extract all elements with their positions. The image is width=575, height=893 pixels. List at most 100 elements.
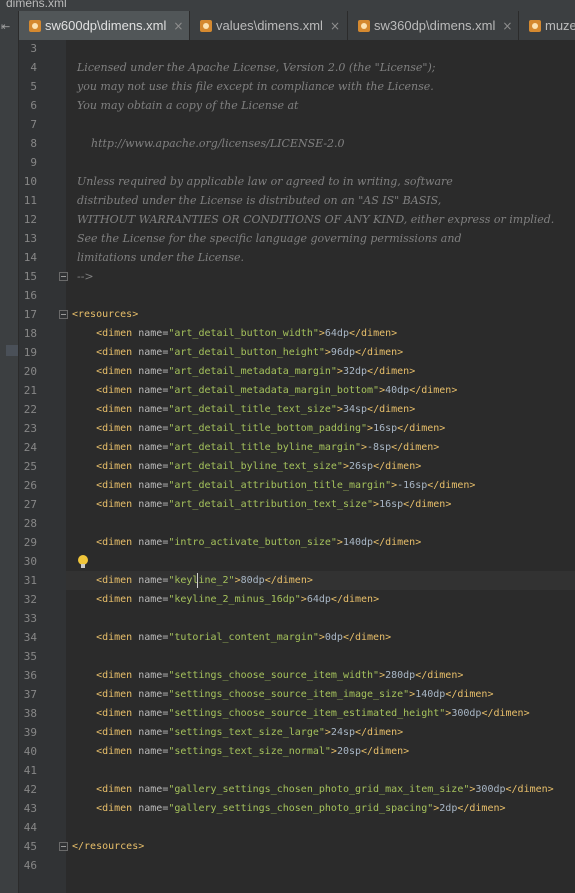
- line-number: 43: [23, 802, 37, 815]
- code-token: name=: [138, 727, 169, 738]
- lightbulb-icon[interactable]: [78, 555, 88, 568]
- code-token: </dimen>: [373, 537, 422, 548]
- code-line: Unless required by applicable law or agr…: [77, 172, 453, 191]
- code-token: <dimen: [72, 670, 139, 681]
- line-number: 27: [23, 498, 37, 511]
- line-number: 40: [23, 745, 37, 758]
- code-token: name=: [138, 423, 169, 434]
- code-token: name=: [138, 803, 169, 814]
- line-number: 31: [23, 574, 37, 587]
- tab-sw600dp-dimens[interactable]: sw600dp\dimens.xml ×: [19, 11, 190, 40]
- line-number: 41: [23, 764, 37, 777]
- fold-toggle-icon[interactable]: [59, 272, 68, 281]
- line-number: 46: [23, 859, 37, 872]
- code-token: limitations under the License.: [77, 251, 244, 264]
- line-number: 34: [23, 631, 37, 644]
- code-token: 140dp: [415, 689, 446, 700]
- xml-file-icon: [200, 19, 212, 32]
- close-icon[interactable]: ×: [502, 19, 512, 33]
- code-token: "settings_text_size_large": [168, 727, 325, 738]
- code-token: "art_detail_title_byline_margin": [168, 442, 361, 453]
- code-token: Unless required by applicable law or agr…: [77, 175, 453, 188]
- code-line: <dimen name="settings_text_size_large">2…: [72, 723, 403, 742]
- fold-toggle-icon[interactable]: [59, 310, 68, 319]
- line-number: 11: [23, 194, 37, 207]
- code-token: </dimen>: [391, 442, 440, 453]
- structure-marker: [6, 345, 18, 356]
- code-line: <dimen name="art_detail_title_byline_mar…: [72, 438, 439, 457]
- line-number: 32: [23, 593, 37, 606]
- code-token: "intro_activate_button_size": [168, 537, 337, 548]
- code-token: <dimen: [72, 708, 139, 719]
- code-token: <dimen: [72, 461, 139, 472]
- tab-sw360dp-dimens[interactable]: sw360dp\dimens.xml ×: [348, 11, 519, 40]
- code-token: 34sp: [342, 404, 368, 415]
- code-line: <dimen name="intro_activate_button_size"…: [72, 533, 421, 552]
- code-token: "settings_choose_source_item_estimated_h…: [168, 708, 446, 719]
- code-line: http://www.apache.org/licenses/LICENSE-2…: [77, 134, 345, 153]
- code-token: </dimen>: [361, 746, 410, 757]
- tab-values-dimens[interactable]: values\dimens.xml ×: [190, 11, 348, 40]
- code-token: name=: [138, 746, 169, 757]
- collapse-arrow-icon[interactable]: ⇤: [1, 20, 10, 33]
- code-token: 64dp: [324, 328, 349, 339]
- code-token: 40dp: [385, 385, 410, 396]
- line-number: 45: [23, 840, 37, 853]
- code-line: <dimen name="art_detail_title_bottom_pad…: [72, 419, 445, 438]
- fold-toggle-icon[interactable]: [59, 842, 68, 851]
- code-line: <dimen name="art_detail_title_text_size"…: [72, 400, 415, 419]
- line-number: 29: [23, 536, 37, 549]
- breadcrumb: dimens.xml: [0, 0, 575, 11]
- code-token: </dimen>: [457, 803, 506, 814]
- code-token: name=: [138, 708, 169, 719]
- line-number: 12: [23, 213, 37, 226]
- xml-file-icon: [529, 19, 541, 32]
- code-token: name=: [138, 480, 169, 491]
- code-token: </dimen>: [481, 708, 530, 719]
- code-token: name=: [138, 575, 169, 586]
- code-token: "gallery_settings_chosen_photo_grid_max_…: [168, 784, 470, 795]
- code-token: </dimen>: [373, 461, 422, 472]
- code-token: </dimen>: [403, 499, 452, 510]
- code-token: 280dp: [385, 670, 416, 681]
- code-token: <dimen: [72, 689, 139, 700]
- code-token: name=: [138, 594, 169, 605]
- code-token: <dimen: [72, 442, 139, 453]
- code-token: 96dp: [330, 347, 356, 358]
- line-number: 14: [23, 251, 37, 264]
- code-line: <dimen name="art_detail_attribution_titl…: [72, 476, 475, 495]
- code-token: </dimen>: [445, 689, 494, 700]
- code-line: limitations under the License.: [77, 248, 244, 267]
- tab-muzei[interactable]: muze: [519, 11, 575, 40]
- code-line: <dimen name="settings_choose_source_item…: [72, 704, 530, 723]
- code-token: </dimen>: [264, 575, 313, 586]
- close-icon[interactable]: ×: [330, 19, 340, 33]
- line-number: 36: [23, 669, 37, 682]
- code-token: </dimen>: [355, 347, 404, 358]
- code-token: <resources>: [72, 309, 139, 320]
- code-token: "gallery_settings_chosen_photo_grid_spac…: [168, 803, 434, 814]
- code-token: "settings_choose_source_item_width": [168, 670, 380, 681]
- line-number: 20: [23, 365, 37, 378]
- xml-file-icon: [358, 19, 370, 32]
- code-line: <dimen name="art_detail_byline_text_size…: [72, 457, 421, 476]
- code-token: <dimen: [72, 784, 139, 795]
- line-number: 21: [23, 384, 37, 397]
- close-icon[interactable]: ×: [173, 19, 183, 33]
- code-token: 26sp: [348, 461, 374, 472]
- code-token: 80dp: [240, 575, 265, 586]
- code-token: </dimen>: [348, 328, 398, 339]
- code-token: "settings_text_size_normal": [168, 746, 331, 757]
- line-number: 35: [23, 650, 37, 663]
- code-token: </dimen>: [409, 385, 458, 396]
- code-token: 300dp: [451, 708, 482, 719]
- code-token: "art_detail_byline_text_size": [168, 461, 343, 472]
- code-token: 0dp: [324, 632, 343, 643]
- line-number: 18: [23, 327, 37, 340]
- code-token: </dimen>: [415, 670, 464, 681]
- code-token: <dimen: [72, 347, 139, 358]
- breadcrumb-file[interactable]: dimens.xml: [6, 0, 67, 10]
- line-number: 8: [30, 137, 37, 150]
- code-line: Licensed under the Apache License, Versi…: [77, 58, 436, 77]
- code-line: <dimen name="art_detail_attribution_text…: [72, 495, 451, 514]
